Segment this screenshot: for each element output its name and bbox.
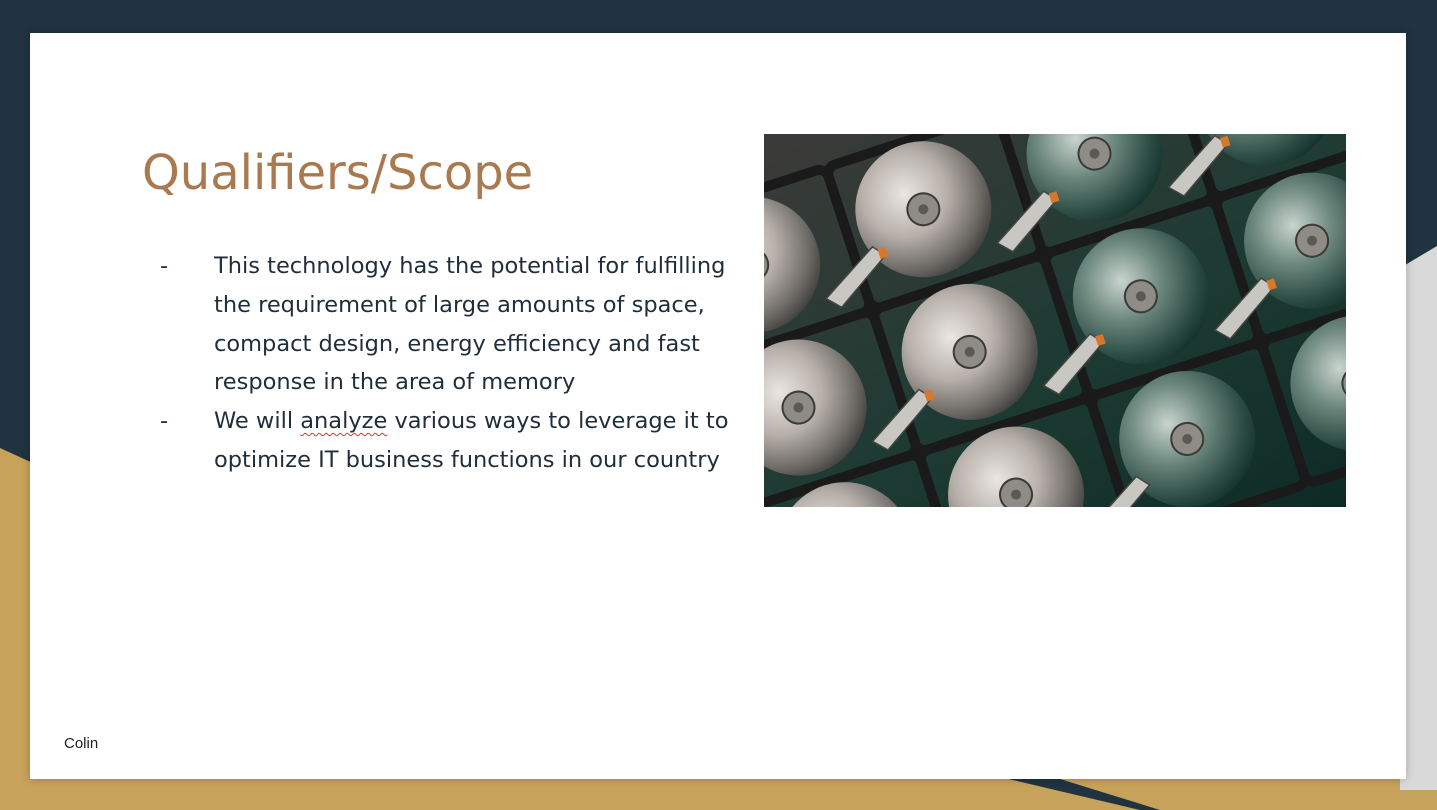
presentation-canvas: Qualifiers/Scope - This technology has t… xyxy=(0,0,1437,810)
bullet-marker: - xyxy=(160,253,169,279)
photo-illustration xyxy=(764,134,1346,507)
slide-footer[interactable]: Colin xyxy=(64,735,98,752)
hard-drive-platters-photo[interactable] xyxy=(764,134,1346,507)
bullet-item: - We will analyze various ways to levera… xyxy=(160,402,760,480)
slide[interactable]: Qualifiers/Scope - This technology has t… xyxy=(30,33,1406,779)
bullet-marker: - xyxy=(160,408,169,435)
bullet-text-part: We will xyxy=(214,408,301,435)
bullet-text: We will analyze various ways to leverage… xyxy=(214,408,728,473)
bullet-item: - This technology has the potential for … xyxy=(160,247,760,402)
spellcheck-flagged-word[interactable]: analyze xyxy=(300,408,387,434)
slide-title[interactable]: Qualifiers/Scope xyxy=(142,145,533,201)
bullet-text: This technology has the potential for fu… xyxy=(214,253,726,396)
bullet-list[interactable]: - This technology has the potential for … xyxy=(160,247,760,480)
